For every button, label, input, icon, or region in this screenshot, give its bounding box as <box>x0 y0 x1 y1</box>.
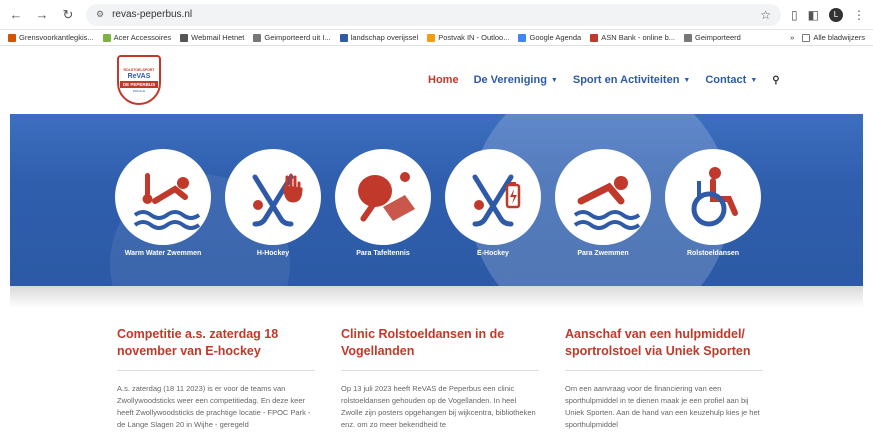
logo-top-text: ROLSTOELSPORT <box>123 67 155 72</box>
sport-tile-label: E-Hockey <box>477 250 509 257</box>
nav-item-contact[interactable]: Contact ▼ <box>705 74 757 86</box>
sport-tile[interactable]: Warm Water Zwemmen <box>115 149 211 257</box>
logo-name: ReVAS <box>127 72 151 80</box>
bookmark-favicon-icon <box>684 33 692 42</box>
bookmark-label: ASN Bank - online b... <box>601 33 675 42</box>
sport-tile-label: Rolstoeldansen <box>686 250 740 257</box>
chevron-down-icon: ▼ <box>750 76 758 84</box>
sport-tile[interactable]: Para Tafeltennis <box>335 149 431 257</box>
bookmark-label: Acer Accessoires <box>113 33 172 42</box>
chevron-down-icon: ▼ <box>683 76 691 84</box>
hockey-battery-icon <box>445 149 541 245</box>
bookmarks-bar: Grensvoorkantlegkis... Acer Accessoires We… <box>0 30 873 46</box>
nav-item-sport-en-activiteiten[interactable]: Sport en Activiteiten ▼ <box>573 74 691 86</box>
search-icon[interactable]: ⚲ <box>772 75 779 86</box>
bookmark-label: landschap overijssel <box>350 33 419 42</box>
sport-tile[interactable]: H-Hockey <box>225 149 321 257</box>
bookmark-item[interactable]: landschap overijssel <box>339 33 419 42</box>
bookmark-item[interactable]: Grensvoorkantlegkis... <box>8 33 94 42</box>
swimmer-thermometer-icon <box>115 149 211 245</box>
bookmark-favicon-icon <box>339 33 348 42</box>
nav-item-label: Home <box>428 74 459 86</box>
all-bookmarks-folder[interactable]: Alle bladwijzers <box>802 33 865 42</box>
nav-item-label: De Vereniging <box>473 74 547 86</box>
bookmark-label: Geimporteerd <box>695 33 741 42</box>
hockey-hand-icon <box>225 149 321 245</box>
bookmark-favicon-icon <box>8 33 16 42</box>
main-nav: Home De Vereniging ▼ Sport en Activiteiten ▼… <box>428 74 780 86</box>
logo-sub: ZWOLLE <box>132 88 146 93</box>
bookmark-favicon-icon <box>518 33 527 42</box>
bookmark-item[interactable]: Google Agenda <box>518 33 581 42</box>
sport-tile[interactable]: Para Zwemmen <box>555 149 651 257</box>
bookmark-label: Google Agenda <box>529 33 582 42</box>
news-divider <box>117 370 315 371</box>
bookmark-item[interactable]: Geimporteerd uit I... <box>253 33 331 42</box>
nav-item-home[interactable]: Home <box>428 74 459 86</box>
bookmark-favicon-icon <box>427 33 436 42</box>
bookmark-item[interactable]: Acer Accessoires <box>102 33 172 42</box>
news-item: Clinic Rolstoeldansen in de Vogellanden … <box>341 326 539 431</box>
bookmark-item[interactable]: Geimporteerd <box>684 33 741 42</box>
wheelchair-icon <box>665 149 761 245</box>
bookmark-label: Webmail Hetnet <box>191 33 245 42</box>
news-section: Competitie a.s. zaterdag 18 november van… <box>0 308 873 431</box>
news-excerpt: Op 13 juli 2023 heeft ReVAS de Peperbus … <box>341 384 536 429</box>
chevron-down-icon: ▼ <box>550 76 558 84</box>
logo-shield: ROLSTOELSPORT ReVAS DE PEPERBUS ZWOLLE <box>117 55 161 105</box>
bookmark-label: Geimporteerd uit I... <box>264 33 331 42</box>
swimmer-icon <box>555 149 651 245</box>
address-bar[interactable]: ⚙ revas-peperbus.nl ☆ <box>86 3 782 26</box>
extensions-icon[interactable]: ▯ <box>791 8 798 22</box>
bookmark-item[interactable]: Webmail Hetnet <box>180 33 244 42</box>
sport-tile-label: Para Zwemmen <box>577 250 629 257</box>
nav-item-de-vereniging[interactable]: De Vereniging ▼ <box>474 74 558 86</box>
sport-tile[interactable]: Rolstoeldansen <box>665 149 761 257</box>
site-header: ROLSTOELSPORT ReVAS DE PEPERBUS ZWOLLE H… <box>0 46 873 114</box>
bookmark-favicon-icon <box>102 33 111 42</box>
news-divider <box>565 370 763 371</box>
forward-icon[interactable]: → <box>34 7 50 23</box>
news-title[interactable]: Competitie a.s. zaterdag 18 november van… <box>117 326 315 360</box>
sport-tile[interactable]: E-Hockey <box>445 149 541 257</box>
bookmarks-overflow-icon[interactable]: » <box>790 33 794 42</box>
news-excerpt: A.s. zaterdag (18 11 2023) is er voor de… <box>117 384 311 429</box>
bookmark-favicon-icon <box>180 33 189 42</box>
hero-banner: Warm Water Zwemmen H-Hockey Para Tafelten… <box>10 114 863 286</box>
folder-icon <box>802 33 811 42</box>
menu-icon[interactable]: ⋮ <box>853 8 865 22</box>
avatar[interactable]: L <box>829 7 843 22</box>
news-item: Competitie a.s. zaterdag 18 november van… <box>117 326 315 431</box>
browser-toolbar: ← → ↻ ⚙ revas-peperbus.nl ☆ ▯ ◧ L ⋮ <box>0 0 873 30</box>
hero-shadow <box>10 286 863 308</box>
bookmark-label: Postvak IN - Outloo... <box>438 33 510 42</box>
bookmark-item[interactable]: Postvak IN - Outloo... <box>427 33 509 42</box>
bookmark-favicon-icon <box>253 33 262 42</box>
bookmark-label: Grensvoorkantlegkis... <box>19 33 94 42</box>
back-icon[interactable]: ← <box>8 7 24 23</box>
sport-tile-label: Warm Water Zwemmen <box>124 250 202 257</box>
news-item: Aanschaf van een hulpmiddel/ sportrolsto… <box>565 326 763 431</box>
site-logo[interactable]: ROLSTOELSPORT ReVAS DE PEPERBUS ZWOLLE <box>115 52 163 108</box>
news-title[interactable]: Clinic Rolstoeldansen in de Vogellanden <box>341 326 539 360</box>
table-tennis-icon <box>335 149 431 245</box>
nav-item-label: Contact <box>705 74 747 86</box>
bookmark-favicon-icon <box>590 33 599 42</box>
bookmark-star-icon[interactable]: ☆ <box>760 8 771 22</box>
reload-icon[interactable]: ↻ <box>60 7 76 23</box>
bookmark-item[interactable]: ASN Bank - online b... <box>590 33 675 42</box>
news-divider <box>341 370 539 371</box>
news-title[interactable]: Aanschaf van een hulpmiddel/ sportrolsto… <box>565 326 763 360</box>
sidepanel-icon[interactable]: ◧ <box>808 8 819 22</box>
nav-item-label: Sport en Activiteiten <box>572 74 680 86</box>
sport-tile-label: Para Tafeltennis <box>356 250 410 257</box>
sport-tile-label: H-Hockey <box>256 250 290 257</box>
site-info-icon[interactable]: ⚙ <box>96 9 104 20</box>
news-excerpt: Om een aanvraag voor de financiering van… <box>565 384 760 429</box>
logo-band: DE PEPERBUS <box>119 80 159 88</box>
url-text: revas-peperbus.nl <box>112 9 193 20</box>
